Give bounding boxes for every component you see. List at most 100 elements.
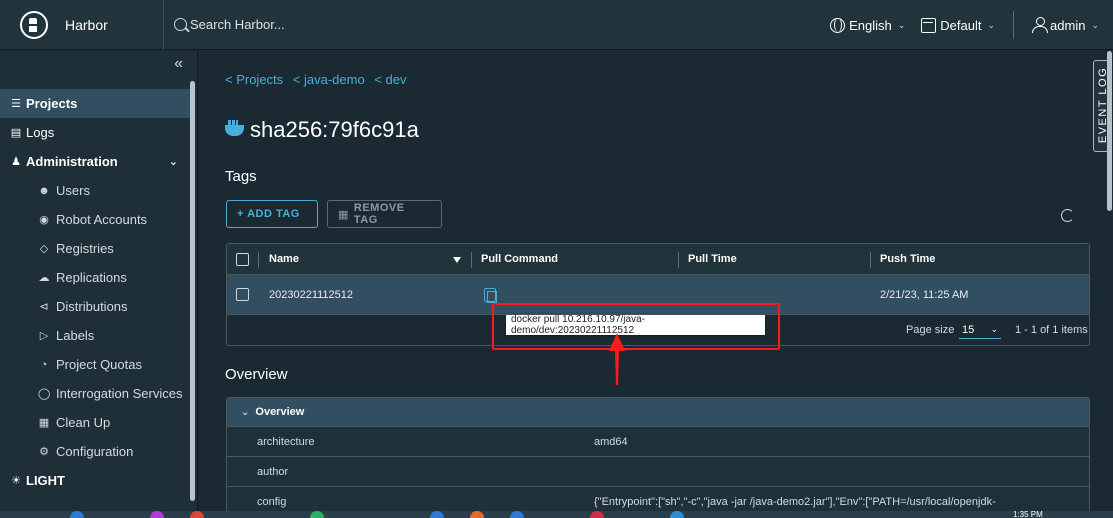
- replications-icon: ☁: [38, 272, 50, 284]
- sidebar-item-administration[interactable]: ♟ Administration ⌄: [0, 147, 190, 176]
- search-input[interactable]: [190, 17, 690, 32]
- remove-tag-label: REMOVE TAG: [353, 202, 405, 226]
- breadcrumb-projects[interactable]: < Projects: [225, 72, 283, 87]
- sidebar-item-label: Configuration: [56, 444, 134, 459]
- sidebar-item-robot-accounts[interactable]: ◉ Robot Accounts: [0, 205, 190, 234]
- sidebar-item-label: Distributions: [56, 299, 128, 314]
- remove-tag-button[interactable]: ▦ REMOVE TAG: [327, 200, 442, 228]
- column-separator: [678, 252, 679, 268]
- brand[interactable]: Harbor: [0, 0, 164, 50]
- sidebar: « ☰ Projects ▤ Logs ♟ Administration ⌄ ☻ User…: [0, 51, 198, 518]
- sidebar-item-label: Projects: [26, 96, 78, 111]
- taskbar-app-icon[interactable]: [150, 511, 164, 518]
- annotation-arrow-icon: [609, 333, 625, 385]
- calendar-icon: [921, 17, 937, 33]
- sidebar-item-registries[interactable]: ◇ Registries: [0, 234, 190, 263]
- labels-icon: ▷: [39, 330, 49, 342]
- user-menu[interactable]: admin ⌄: [1024, 0, 1113, 50]
- main-scrollbar[interactable]: [1107, 51, 1112, 211]
- users-icon: ☻: [38, 184, 50, 197]
- header-actions: English ⌄ Default ⌄ admin ⌄: [822, 0, 1113, 50]
- overview-heading: Overview: [225, 366, 288, 383]
- overview-key: author: [257, 466, 289, 478]
- chevron-down-icon: ⌄: [987, 19, 996, 30]
- breadcrumb-repository[interactable]: < dev: [374, 72, 406, 87]
- sidebar-item-labels[interactable]: ▷ Labels: [0, 321, 190, 350]
- sidebar-item-label: Registries: [56, 241, 114, 256]
- sidebar-item-interrogation-services[interactable]: ◯ Interrogation Services: [0, 379, 190, 408]
- push-time: 2/21/23, 11:25 AM: [880, 288, 969, 301]
- sidebar-item-logs[interactable]: ▤ Logs: [0, 118, 190, 147]
- tags-heading: Tags: [225, 168, 257, 185]
- page-title: sha256:79f6c91a: [225, 117, 419, 143]
- global-search: [174, 10, 774, 40]
- sidebar-item-label: Robot Accounts: [56, 212, 148, 227]
- sidebar-scrollbar[interactable]: [190, 81, 195, 501]
- sidebar-item-label: Labels: [56, 328, 95, 343]
- row-checkbox[interactable]: [236, 288, 249, 301]
- shield-icon: ◯: [38, 388, 51, 400]
- page-size-select[interactable]: 15 ⌄: [959, 321, 1001, 339]
- copy-icon[interactable]: [484, 287, 497, 303]
- column-separator: [471, 252, 472, 268]
- sidebar-item-configuration[interactable]: ⚙ Configuration: [0, 437, 190, 466]
- quotas-icon: ◔: [40, 358, 48, 371]
- sidebar-item-project-quotas[interactable]: ◔ Project Quotas: [0, 350, 190, 379]
- theme-toggle[interactable]: ☀ LIGHT: [0, 466, 190, 495]
- taskbar-app-icon[interactable]: [670, 511, 684, 518]
- taskbar-app-icon[interactable]: [70, 511, 84, 518]
- double-chevron-left-icon[interactable]: «: [174, 55, 183, 73]
- overview-panel-title: Overview: [255, 406, 305, 418]
- filter-icon[interactable]: [453, 257, 461, 263]
- taskbar-app-icon[interactable]: [510, 511, 524, 518]
- language-dropdown[interactable]: English ⌄: [822, 0, 913, 50]
- datetime-format-dropdown[interactable]: Default ⌄: [913, 0, 1003, 50]
- column-header-push-time[interactable]: Push Time: [880, 244, 935, 274]
- column-header-pull-time[interactable]: Pull Time: [688, 244, 737, 274]
- taskbar-app-icon[interactable]: [430, 511, 444, 518]
- overview-row: architecture amd64: [227, 427, 1089, 457]
- select-all-checkbox[interactable]: [236, 252, 249, 266]
- trash-icon: ▦: [38, 417, 50, 429]
- taskbar-app-icon[interactable]: [310, 511, 324, 518]
- sun-icon: ☀: [11, 475, 21, 487]
- sidebar-item-distributions[interactable]: ⊲ Distributions: [0, 292, 190, 321]
- breadcrumb-project[interactable]: < java-demo: [293, 72, 365, 87]
- gear-icon: ⚙: [39, 446, 49, 458]
- sidebar-item-label: Clean Up: [56, 415, 111, 430]
- page-size-label: Page size: [906, 324, 955, 336]
- chevron-down-icon: ⌄: [1091, 19, 1099, 30]
- sidebar-item-clean-up[interactable]: ▦ Clean Up: [0, 408, 190, 437]
- add-tag-button[interactable]: + ADD TAG: [226, 200, 318, 228]
- harbor-logo-icon: [20, 10, 48, 39]
- taskbar-clock: 1:35 PM: [1013, 510, 1043, 518]
- overview-panel-header[interactable]: ⌄ Overview: [227, 398, 1089, 427]
- overview-value: amd64: [594, 436, 628, 448]
- taskbar-app-icon[interactable]: [190, 511, 204, 518]
- language-label: English: [849, 17, 892, 33]
- taskbar-app-icon[interactable]: [470, 511, 484, 518]
- select-all-cell: [236, 244, 249, 274]
- administration-icon: ♟: [11, 156, 21, 168]
- refresh-icon[interactable]: [1061, 209, 1074, 222]
- sidebar-item-label: Replications: [56, 270, 127, 285]
- sidebar-item-users[interactable]: ☻ Users: [0, 176, 190, 205]
- sidebar-item-projects[interactable]: ☰ Projects: [0, 89, 190, 118]
- user-name: admin: [1050, 17, 1086, 33]
- sidebar-item-replications[interactable]: ☁ Replications: [0, 263, 190, 292]
- projects-icon: ☰: [11, 98, 21, 110]
- row-select-cell: [236, 275, 249, 314]
- column-separator: [258, 252, 259, 268]
- tag-name: 20230221112512: [269, 288, 354, 301]
- chevron-down-icon: ⌄: [168, 156, 178, 168]
- overview-key: config: [257, 496, 287, 508]
- column-header-pull-command: Pull Command: [481, 253, 559, 265]
- globe-icon: [830, 17, 846, 33]
- overview-key: architecture: [257, 436, 315, 448]
- taskbar-app-icon[interactable]: [590, 511, 604, 518]
- os-taskbar: 1:35 PM: [0, 511, 1113, 518]
- column-header-name[interactable]: Name: [269, 244, 299, 274]
- sidebar-nav: ☰ Projects ▤ Logs ♟ Administration ⌄ ☻ Users …: [0, 89, 190, 495]
- artifact-digest: sha256:79f6c91a: [250, 117, 419, 142]
- distributions-icon: ⊲: [39, 301, 49, 313]
